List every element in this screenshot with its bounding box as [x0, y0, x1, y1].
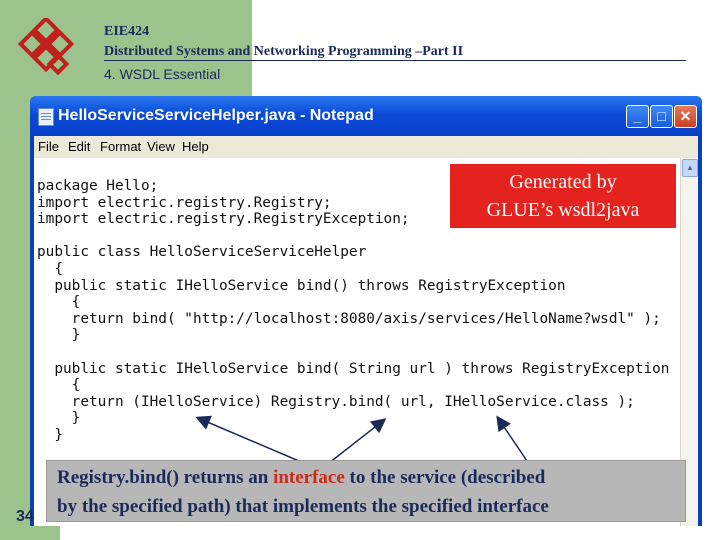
- course-name: Distributed Systems and Networking Progr…: [104, 44, 464, 59]
- explanation-box: Registry.bind() returns an interface to …: [46, 460, 686, 522]
- explanation-part-2: to the service (described: [344, 467, 546, 488]
- menu-bar: File Edit Format View Help: [34, 136, 698, 158]
- code-line: public class HelloServiceServiceHelper: [37, 244, 367, 261]
- code-line: public static IHelloService bind( String…: [37, 360, 670, 377]
- code-line: import electric.registry.RegistryExcepti…: [37, 211, 410, 228]
- topic-title: 4. WSDL Essential: [104, 66, 221, 82]
- scroll-up-arrow-icon[interactable]: ▲: [682, 159, 698, 177]
- menu-view[interactable]: View: [147, 139, 175, 154]
- window-titlebar[interactable]: HelloServiceServiceHelper.java - Notepad…: [30, 96, 702, 136]
- code-line: package Hello;: [37, 178, 159, 194]
- code-line: {: [37, 377, 81, 394]
- callout-line-2: GLUE’s wsdl2java: [486, 199, 640, 221]
- code-line: {: [37, 294, 81, 311]
- header-divider: [104, 60, 686, 61]
- code-line: {: [37, 260, 63, 277]
- menu-format[interactable]: Format: [100, 139, 141, 154]
- explanation-line-2: by the specified path) that implements t…: [57, 496, 549, 517]
- menu-edit[interactable]: Edit: [68, 139, 90, 154]
- maximize-button[interactable]: □: [650, 105, 673, 128]
- course-code: EIE424: [104, 24, 150, 39]
- code-line: return (IHelloService) Registry.bind( ur…: [37, 393, 635, 410]
- university-logo-icon: [18, 18, 75, 76]
- code-line: }: [37, 327, 81, 344]
- close-button[interactable]: ✕: [674, 105, 697, 128]
- code-line: public static IHelloService bind() throw…: [37, 277, 566, 294]
- notepad-app-icon[interactable]: [38, 108, 54, 126]
- generated-by-callout: Generated by GLUE’s wsdl2java: [450, 164, 676, 228]
- code-line: return bind( "http://localhost:8080/axis…: [37, 310, 661, 327]
- code-line: import electric.registry.Registry;: [37, 194, 332, 211]
- code-line: }: [37, 426, 63, 443]
- minimize-button[interactable]: _: [626, 105, 649, 128]
- window-title: HelloServiceServiceHelper.java - Notepad: [58, 107, 374, 124]
- explanation-part-1: Registry.bind() returns an: [57, 467, 274, 488]
- code-line: }: [37, 410, 81, 427]
- slide-number: 34: [16, 508, 34, 525]
- callout-line-1: Generated by: [509, 171, 617, 193]
- menu-help[interactable]: Help: [182, 139, 209, 154]
- explanation-highlight: interface: [273, 467, 345, 488]
- menu-file[interactable]: File: [38, 139, 59, 154]
